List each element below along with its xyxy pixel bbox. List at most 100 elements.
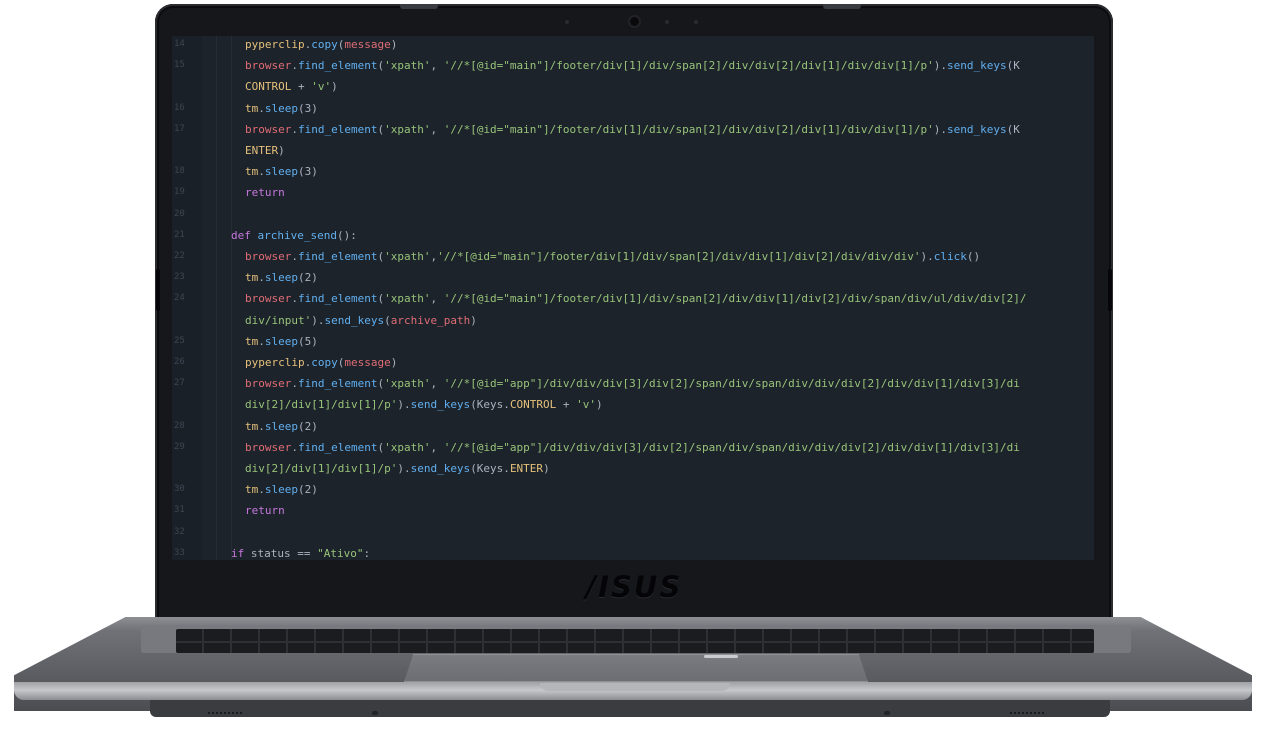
code-token: (2) <box>298 483 318 497</box>
code-token: (2) <box>298 419 318 433</box>
code-token: + <box>556 398 577 412</box>
code-line[interactable]: 15 browser.find_element('xpath', '//*[@id… <box>172 55 1094 76</box>
code-token: (Keys. <box>470 462 510 475</box>
code-line[interactable]: 29 browser.find_element('xpath', '//*[@id… <box>172 437 1094 458</box>
microphone <box>694 20 698 24</box>
code-token: '//*[@id="main"]/footer/div[1]/div/span[… <box>437 250 921 263</box>
line-number: 28 <box>174 420 185 431</box>
code-line[interactable]: 23 tm.sleep(2) <box>172 267 1094 288</box>
code-token: . <box>258 334 265 348</box>
code-token: , <box>430 377 444 391</box>
code-token: ENTER <box>245 144 279 157</box>
code-token: '//*[@id="main"]/footer/div[1]/div/span[… <box>443 59 934 73</box>
line-number: 26 <box>174 357 185 367</box>
code-line[interactable]: 17 browser.find_element('xpath', '//*[@id… <box>172 119 1094 140</box>
code-token: return <box>245 186 285 200</box>
code-line[interactable]: 16 tm.sleep(3) <box>172 98 1094 119</box>
code-token: tm <box>245 483 259 497</box>
code-text: pyperclip.copy(message) <box>245 352 397 373</box>
code-text: tm.sleep(2) <box>245 479 318 500</box>
code-token: ) <box>390 38 398 51</box>
code-line[interactable]: 32 <box>172 522 1094 543</box>
code-token: '//*[@id="app"]/div/div/div[3]/div[2]/sp… <box>443 440 1020 454</box>
code-token: ) <box>470 313 477 327</box>
bezel-left-bumper <box>156 269 160 311</box>
code-line[interactable]: 26 pyperclip.copy(message) <box>172 352 1094 373</box>
code-line[interactable]: 33 if status == "Ativo": <box>172 543 1094 560</box>
lid-opening-notch <box>540 683 730 691</box>
code-line[interactable]: 14 pyperclip.copy(message) <box>172 36 1094 55</box>
code-line[interactable]: div[2]/div[1]/div[1]/p').send_keys(Keys.… <box>172 394 1094 415</box>
line-number: 14 <box>174 39 185 49</box>
code-token: def <box>231 228 258 242</box>
code-line[interactable]: 21 def archive_send(): <box>172 225 1094 246</box>
code-token: (3) <box>298 165 318 179</box>
code-token: '//*[@id="app"]/div/div/div[3]/div[2]/sp… <box>443 377 1020 391</box>
code-token: tm <box>245 419 259 433</box>
code-token: div[2]/div[1]/div[1]/p' <box>245 398 398 412</box>
line-number: 22 <box>174 251 185 261</box>
line-number: 19 <box>174 187 185 198</box>
code-line[interactable]: div[2]/div[1]/div[1]/p').send_keys(Keys.… <box>172 458 1094 479</box>
code-token: 'v' <box>311 80 332 94</box>
code-token: send_keys <box>410 462 471 475</box>
lid-notch-left <box>400 4 438 9</box>
code-token: click <box>933 250 967 263</box>
ambient-sensor <box>565 20 569 24</box>
keyboard-row-divider <box>176 641 1094 643</box>
code-token: 'v' <box>576 398 597 412</box>
code-token: 'xpath' <box>384 122 431 136</box>
code-text: ENTER) <box>245 140 285 161</box>
line-number: 23 <box>174 272 185 283</box>
base-underside <box>150 700 1110 717</box>
code-line[interactable]: 27 browser.find_element('xpath', '//*[@id… <box>172 373 1094 394</box>
code-line[interactable]: ENTER) <box>172 140 1094 161</box>
code-token: message <box>344 38 391 51</box>
code-token: 'xpath' <box>384 377 431 391</box>
code-text: browser.find_element('xpath', '//*[@id="… <box>245 55 1020 76</box>
code-token: () <box>966 250 981 263</box>
code-text: browser.find_element('xpath', '//*[@id="… <box>245 373 1020 394</box>
code-line[interactable]: 25 tm.sleep(5) <box>172 331 1094 352</box>
line-number: 29 <box>174 441 185 452</box>
line-number: 21 <box>174 229 185 240</box>
code-token: message <box>344 356 391 369</box>
line-number: 32 <box>174 526 185 537</box>
code-line[interactable]: 19 return <box>172 182 1094 203</box>
code-token: ). <box>933 59 948 73</box>
code-token: , <box>430 440 444 454</box>
code-token: find_element <box>297 292 378 306</box>
code-token: find_element <box>297 122 378 136</box>
code-line[interactable]: 30 tm.sleep(2) <box>172 479 1094 500</box>
lid-notch-right <box>823 4 861 9</box>
code-text: browser.find_element('xpath','//*[@id="m… <box>245 246 980 267</box>
code-text: tm.sleep(2) <box>245 267 318 288</box>
code-token: div[2]/div[1]/div[1]/p' <box>245 462 398 475</box>
code-line[interactable]: 18 tm.sleep(3) <box>172 161 1094 182</box>
code-token: ). <box>397 398 411 412</box>
code-token: "Ativo" <box>317 546 364 560</box>
code-token: browser <box>245 377 292 391</box>
code-token: find_element <box>297 440 378 454</box>
code-token: ). <box>933 122 948 136</box>
code-line[interactable]: 22 browser.find_element('xpath','//*[@id=… <box>172 246 1094 267</box>
code-token: sleep <box>264 419 298 433</box>
line-number: 33 <box>174 547 185 558</box>
code-line[interactable]: CONTROL + 'v') <box>172 76 1094 97</box>
code-line[interactable]: 20 <box>172 204 1094 225</box>
code-text: pyperclip.copy(message) <box>245 36 397 55</box>
bezel-right-bumper <box>1108 269 1112 311</box>
touchpad-indicator <box>704 655 738 658</box>
line-number: 30 <box>174 484 185 495</box>
code-token: if <box>231 546 251 560</box>
code-line[interactable]: 24 browser.find_element('xpath', '//*[@id… <box>172 288 1094 309</box>
code-line[interactable]: 28 tm.sleep(2) <box>172 416 1094 437</box>
code-line[interactable]: div/input').send_keys(archive_path) <box>172 310 1094 331</box>
code-token: CONTROL <box>509 398 557 412</box>
code-token: ). <box>920 250 934 263</box>
code-token: '//*[@id="main"]/footer/div[1]/div/span[… <box>443 292 1027 306</box>
code-token: status == <box>250 546 318 560</box>
code-token: , <box>430 59 444 73</box>
code-line[interactable]: 31 return <box>172 500 1094 521</box>
webcam-icon <box>630 17 639 26</box>
